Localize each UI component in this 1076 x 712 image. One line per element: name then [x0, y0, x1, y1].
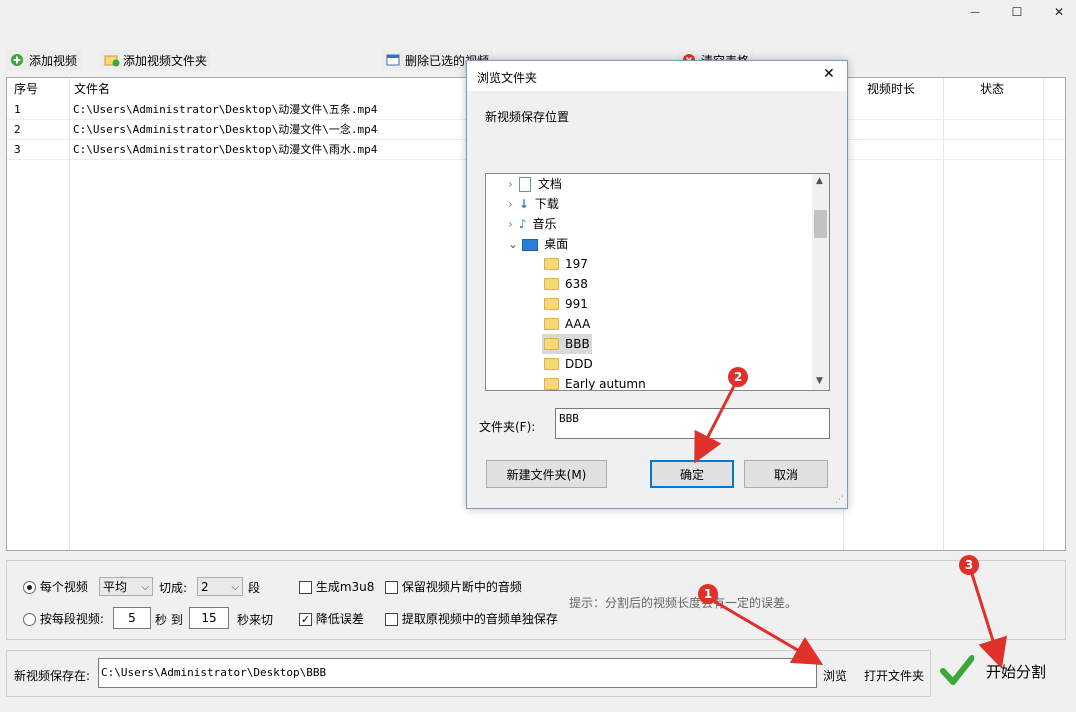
step-badge-2: 2	[728, 367, 748, 387]
arrow-to-ok	[694, 383, 737, 464]
step-badge-3: 3	[959, 555, 979, 575]
arrow-to-browse	[711, 598, 824, 666]
step-badge-1: 1	[698, 584, 718, 604]
arrow-to-start	[970, 573, 1008, 669]
annotation-arrows	[694, 383, 1008, 669]
